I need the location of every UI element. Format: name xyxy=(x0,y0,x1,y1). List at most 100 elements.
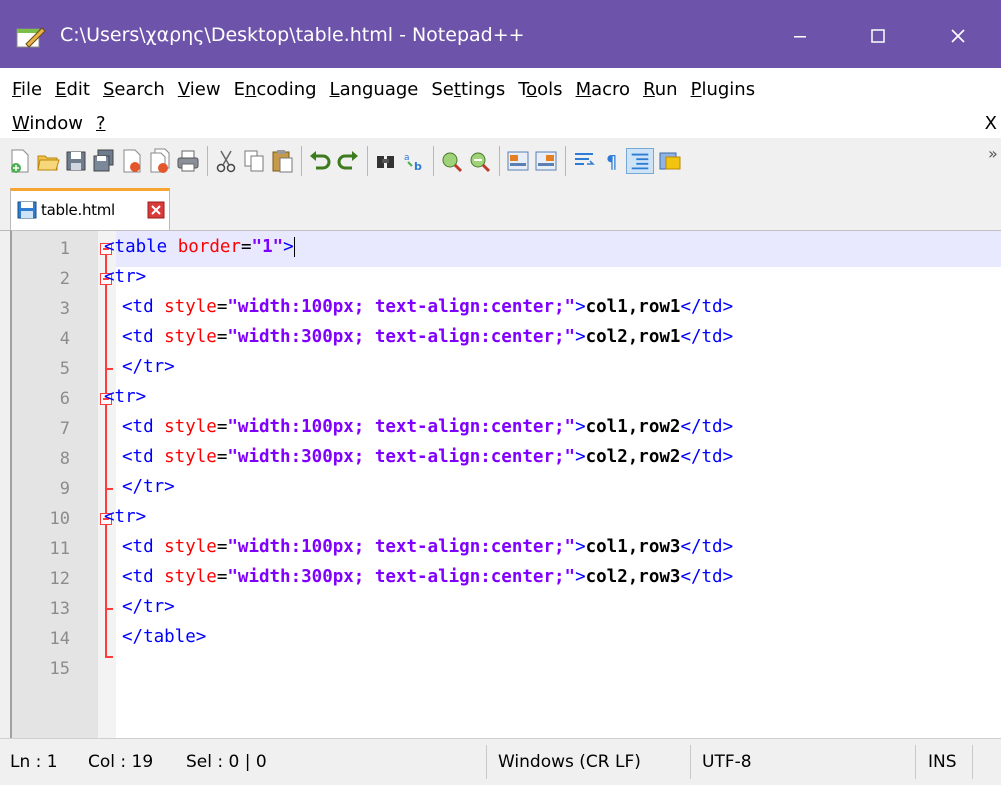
menu-window[interactable]: Window xyxy=(12,113,83,134)
status-column: Col : 19 xyxy=(88,752,154,772)
sync-horizontal-icon[interactable] xyxy=(534,148,558,174)
paste-icon[interactable] xyxy=(270,148,294,174)
zoom-out-icon[interactable] xyxy=(468,148,492,174)
line-number: 5 xyxy=(59,359,70,379)
status-bar: Ln : 1 Col : 19 Sel : 0 | 0 Windows (CR … xyxy=(0,738,1001,785)
status-separator xyxy=(690,745,691,779)
menu-view[interactable]: View xyxy=(178,79,221,100)
save-icon[interactable] xyxy=(64,148,88,174)
line-number: 8 xyxy=(59,449,70,469)
line-number: 4 xyxy=(59,329,70,349)
status-eol[interactable]: Windows (CR LF) xyxy=(498,739,641,785)
fold-margin xyxy=(98,231,116,738)
code-line: </tr> xyxy=(122,597,175,617)
code-line: <tr> xyxy=(104,387,147,407)
status-encoding[interactable]: UTF-8 xyxy=(702,739,752,785)
code-line: <td style="width:100px; text-align:cente… xyxy=(122,297,734,317)
close-icon xyxy=(951,29,965,43)
code-line: <tr> xyxy=(104,267,147,287)
menu-language[interactable]: Language xyxy=(330,79,419,100)
menu-plugins[interactable]: Plugins xyxy=(691,79,755,100)
line-number: 15 xyxy=(49,659,70,679)
menu-file[interactable]: File xyxy=(12,79,42,100)
menu-macro[interactable]: Macro xyxy=(576,79,630,100)
undo-icon[interactable] xyxy=(308,148,332,174)
title-bar[interactable]: C:\Users\χαρης\Desktop\table.html - Note… xyxy=(0,0,1001,68)
menu-tools[interactable]: Tools xyxy=(518,79,562,100)
menu-search[interactable]: Search xyxy=(103,79,165,100)
toolbar: ab ¶ » xyxy=(0,138,1001,184)
cut-icon[interactable] xyxy=(214,148,238,174)
replace-icon[interactable]: ab xyxy=(402,148,426,174)
code-line: <td style="width:300px; text-align:cente… xyxy=(122,567,734,587)
code-line: <td style="width:300px; text-align:cente… xyxy=(122,447,734,467)
sync-vertical-icon[interactable] xyxy=(506,148,530,174)
status-separator xyxy=(915,745,916,779)
notepadpp-app-icon xyxy=(16,27,46,48)
fold-end-marker xyxy=(105,488,113,490)
redo-icon[interactable] xyxy=(336,148,360,174)
tab-table-html[interactable]: table.html xyxy=(10,188,170,230)
find-icon[interactable] xyxy=(374,148,398,174)
code-line: <td style="width:300px; text-align:cente… xyxy=(122,327,734,347)
status-separator xyxy=(972,745,973,779)
code-line: <table border="1"> xyxy=(104,237,295,257)
line-number: 11 xyxy=(49,539,70,559)
code-line: <td style="width:100px; text-align:cente… xyxy=(122,537,734,557)
menu-bar: File Edit Search View Encoding Language … xyxy=(0,68,1001,138)
status-insert-mode[interactable]: INS xyxy=(928,739,957,785)
menu-help[interactable]: ? xyxy=(96,113,106,134)
code-editor[interactable]: 1 2 3 4 5 6 7 8 9 10 11 12 13 14 15 <tab… xyxy=(10,230,1001,738)
menu-row-2: Window ? xyxy=(12,108,119,138)
status-line: Ln : 1 xyxy=(10,752,58,772)
line-number: 1 xyxy=(59,239,70,259)
fold-end-marker xyxy=(105,656,113,658)
line-number: 9 xyxy=(59,479,70,499)
line-number: 2 xyxy=(59,269,70,289)
close-document-button[interactable]: X xyxy=(985,108,997,138)
code-line: <td style="width:100px; text-align:cente… xyxy=(122,417,734,437)
toolbar-separator xyxy=(367,146,368,176)
code-line: </table> xyxy=(122,627,207,647)
code-line: </tr> xyxy=(122,357,175,377)
indent-guide-icon[interactable] xyxy=(626,148,654,174)
svg-text:¶: ¶ xyxy=(606,152,617,173)
toolbar-separator xyxy=(207,146,208,176)
notepadpp-window: C:\Users\χαρης\Desktop\table.html - Note… xyxy=(0,0,1001,785)
menu-run[interactable]: Run xyxy=(643,79,678,100)
menu-edit[interactable]: Edit xyxy=(55,79,90,100)
copy-icon[interactable] xyxy=(242,148,266,174)
open-file-icon[interactable] xyxy=(36,148,60,174)
toolbar-separator xyxy=(499,146,500,176)
maximize-button[interactable] xyxy=(848,16,908,56)
fold-end-marker xyxy=(105,368,113,370)
toolbar-overflow-button[interactable]: » xyxy=(988,144,998,163)
save-all-icon[interactable] xyxy=(92,148,116,174)
fold-guide-line xyxy=(105,249,107,657)
minimize-button[interactable] xyxy=(770,16,830,56)
line-number: 13 xyxy=(49,599,70,619)
toolbar-separator xyxy=(433,146,434,176)
close-all-icon[interactable] xyxy=(148,148,172,174)
line-number: 6 xyxy=(59,389,70,409)
zoom-in-icon[interactable] xyxy=(440,148,464,174)
toolbar-separator xyxy=(301,146,302,176)
user-lang-icon[interactable] xyxy=(658,148,682,174)
close-button[interactable] xyxy=(928,16,988,56)
show-all-chars-icon[interactable]: ¶ xyxy=(600,148,624,174)
svg-text:b: b xyxy=(414,160,422,173)
print-icon[interactable] xyxy=(176,148,200,174)
close-file-icon[interactable] xyxy=(120,148,144,174)
code-line: </tr> xyxy=(122,477,175,497)
word-wrap-icon[interactable] xyxy=(572,148,596,174)
code-line: <tr> xyxy=(104,507,147,527)
line-number: 7 xyxy=(59,419,70,439)
line-number: 14 xyxy=(49,629,70,649)
menu-encoding[interactable]: Encoding xyxy=(234,79,317,100)
line-number: 12 xyxy=(49,569,70,589)
line-number: 3 xyxy=(59,299,70,319)
new-file-icon[interactable] xyxy=(8,148,32,174)
menu-row-1: File Edit Search View Encoding Language … xyxy=(12,74,768,104)
tab-close-icon[interactable] xyxy=(147,201,165,219)
menu-settings[interactable]: Settings xyxy=(431,79,505,100)
